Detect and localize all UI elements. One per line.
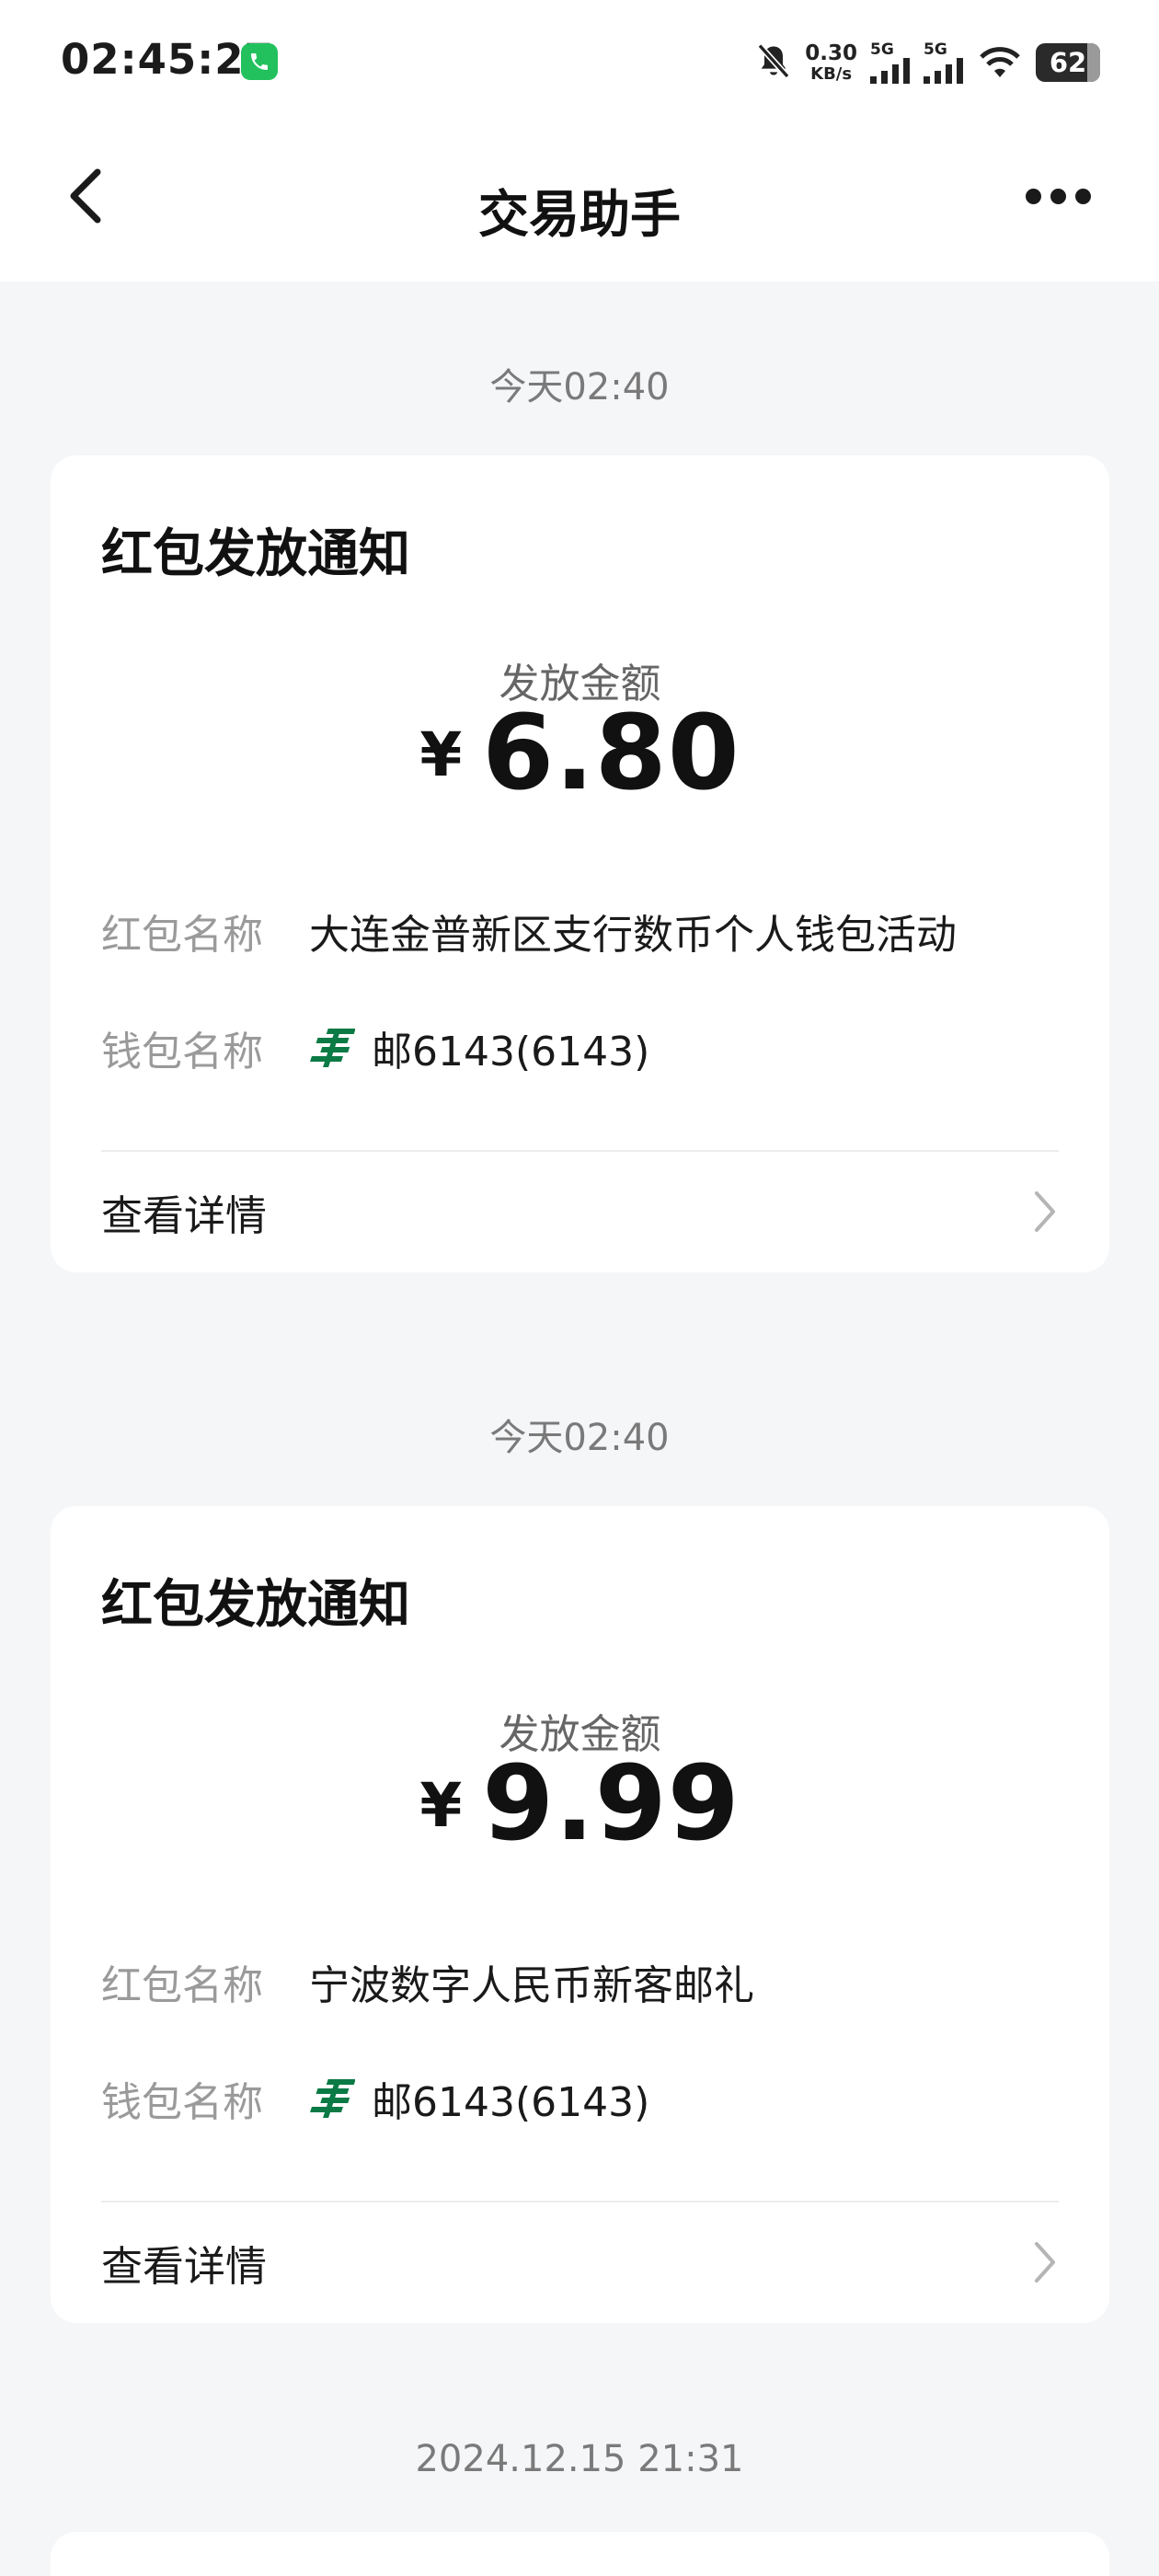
red-packet-name-value: 宁波数字人民币新客邮礼	[309, 1962, 754, 2009]
message-timestamp: 今天02:40	[489, 1417, 670, 1459]
currency-symbol: ¥	[419, 719, 463, 790]
amount-value: 9.99	[482, 1744, 740, 1864]
signal-bars-icon	[870, 57, 910, 84]
wallet-name-row: 钱包名称 邮6143(6143)	[101, 2071, 1073, 2126]
red-packet-name-row: 红包名称 宁波数字人民币新客邮礼	[101, 1954, 1073, 2009]
sim2-label: 5G	[924, 40, 947, 59]
amount: ¥6.80	[51, 702, 1109, 805]
more-dot	[1050, 188, 1066, 204]
postal-bank-logo-icon	[310, 1029, 355, 1067]
page-title: 交易助手	[477, 185, 681, 244]
wallet-name-key: 钱包名称	[101, 1029, 263, 1075]
message-timestamp: 今天02:40	[489, 366, 670, 408]
status-bar: 02:45:27 0.30 KB/s 5G 5G 62	[0, 0, 1159, 127]
wifi-icon	[980, 47, 1020, 77]
phone-call-icon[interactable]	[241, 43, 278, 80]
view-details-label: 查看详情	[101, 1190, 268, 1240]
currency-symbol: ¥	[419, 1770, 463, 1841]
amount: ¥9.99	[51, 1753, 1109, 1856]
more-dot	[1074, 188, 1091, 204]
wallet-name-value: 邮6143(6143)	[372, 1029, 650, 1075]
view-details-link[interactable]: 查看详情	[101, 1151, 1059, 1272]
wallet-name: 邮6143(6143)	[309, 2069, 649, 2128]
card-title: 红包发放通知	[101, 524, 410, 584]
wallet-name: 邮6143(6143)	[309, 1018, 649, 1077]
red-packet-name-row: 红包名称 大连金普新区支行数币个人钱包活动	[101, 903, 1073, 959]
message-timestamp: 2024.12.15 21:31	[415, 2438, 744, 2480]
mute-bell-icon	[757, 43, 790, 79]
chevron-right-icon	[1035, 1191, 1055, 1232]
notification-card[interactable]: 红包发放通知 发放金额 ¥9.99 红包名称 宁波数字人民币新客邮礼 钱包名称 …	[51, 1506, 1109, 2323]
postal-bank-logo-icon	[310, 2079, 355, 2118]
network-speed-unit: KB/s	[810, 63, 853, 84]
notification-card[interactable]: 红包发放通知 发放金额 ¥6.80 红包名称 大连金普新区支行数币个人钱包活动 …	[51, 455, 1109, 1272]
sim1-label: 5G	[870, 40, 894, 59]
red-packet-name-key: 红包名称	[101, 912, 263, 959]
notification-card[interactable]	[51, 2532, 1109, 2576]
sim2-signal: 5G	[924, 40, 964, 84]
network-speed-value: 0.30	[805, 40, 857, 65]
signal-bars-icon	[924, 57, 963, 84]
view-details-label: 查看详情	[101, 2241, 268, 2291]
battery-indicator: 62	[1036, 43, 1100, 82]
more-dot	[1025, 188, 1041, 204]
title-bar: 交易助手	[0, 127, 1159, 282]
sim1-signal: 5G	[870, 40, 911, 84]
network-speed: 0.30 KB/s	[805, 40, 857, 84]
wallet-name-key: 钱包名称	[101, 2079, 263, 2126]
card-title: 红包发放通知	[101, 1575, 410, 1635]
battery-level: 62	[1049, 47, 1087, 78]
wallet-name-row: 钱包名称 邮6143(6143)	[101, 1020, 1073, 1075]
red-packet-name-key: 红包名称	[101, 1962, 263, 2009]
view-details-link[interactable]: 查看详情	[101, 2202, 1059, 2323]
wallet-name-value: 邮6143(6143)	[372, 2079, 650, 2126]
chevron-right-icon	[1035, 2242, 1055, 2283]
red-packet-name-value: 大连金普新区支行数币个人钱包活动	[309, 912, 957, 959]
status-icons: 0.30 KB/s 5G 5G 62	[755, 37, 1100, 88]
more-button[interactable]	[1012, 164, 1104, 228]
amount-value: 6.80	[482, 694, 740, 813]
